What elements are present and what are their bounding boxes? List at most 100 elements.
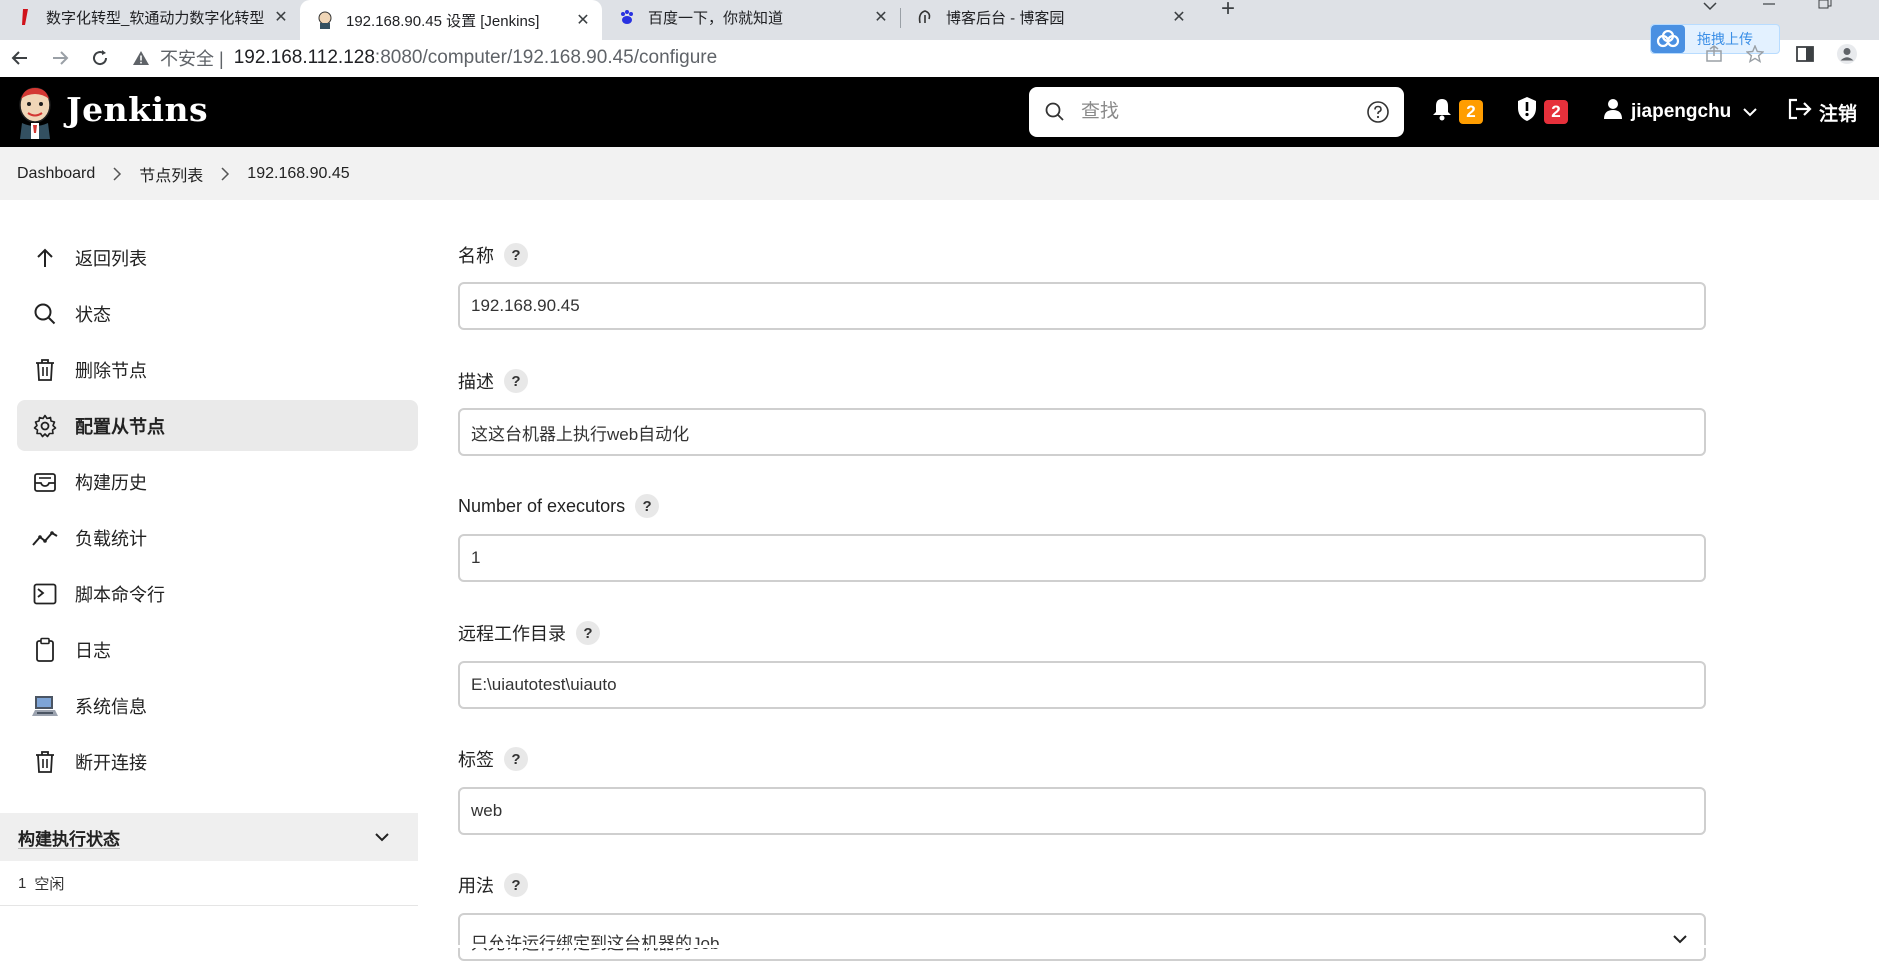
field-label-name: 名称 ? — [458, 242, 528, 268]
back-arrow-icon[interactable] — [8, 46, 32, 70]
sidebar-item-back-to-list[interactable]: 返回列表 — [17, 232, 418, 283]
sidebar-item-label: 状态 — [75, 304, 111, 325]
bell-icon — [1431, 97, 1453, 127]
sidebar-item-log[interactable]: 日志 — [17, 624, 418, 675]
sidebar-item-label: 删除节点 — [75, 360, 147, 381]
search-icon — [1043, 100, 1067, 124]
reload-icon[interactable] — [88, 46, 112, 70]
browser-tab[interactable]: 博客后台 - 博客园 ✕ — [900, 0, 1198, 34]
browser-tab[interactable]: 百度一下，你就知道 ✕ — [602, 0, 900, 34]
site-favicon-icon — [16, 8, 34, 26]
sidebar-item-build-history[interactable]: 构建历史 — [17, 456, 418, 507]
sidebar-item-label: 脚本命令行 — [75, 584, 165, 605]
help-icon[interactable]: ? — [504, 243, 528, 267]
usage-select[interactable]: 只允许运行绑定到这台机器的Job — [458, 913, 1706, 961]
help-icon[interactable]: ? — [504, 369, 528, 393]
description-input[interactable] — [458, 408, 1706, 456]
logout-button[interactable]: 注销 — [1787, 77, 1857, 147]
sidebar-item-label: 配置从节点 — [75, 416, 165, 437]
logout-label: 注销 — [1819, 103, 1858, 125]
field-label-labels: 标签 ? — [458, 746, 528, 772]
new-tab-plus-icon[interactable]: + — [1214, 0, 1242, 21]
field-label-usage: 用法 ? — [458, 872, 528, 898]
help-icon[interactable]: ? — [635, 494, 660, 518]
search-input[interactable] — [1081, 101, 1351, 123]
sidebar-item-system-info[interactable]: 系统信息 — [17, 680, 418, 731]
restore-icon[interactable] — [1818, 0, 1832, 12]
notifications-button[interactable]: 2 — [1431, 77, 1483, 147]
sidebar-item-status[interactable]: 状态 — [17, 288, 418, 339]
trash-icon — [31, 748, 59, 776]
close-icon[interactable]: ✕ — [1170, 7, 1188, 27]
breadcrumb-item-dashboard[interactable]: Dashboard — [17, 165, 95, 183]
search-icon — [31, 300, 59, 328]
executors-input[interactable] — [458, 534, 1706, 582]
field-label-executors: Number of executors ? — [458, 494, 660, 518]
sidebar-item-delete-node[interactable]: 删除节点 — [17, 344, 418, 395]
sidebar-item-label: 返回列表 — [75, 248, 147, 269]
help-icon[interactable]: ? — [576, 621, 600, 645]
tab-title: 数字化转型_软通动力数字化转型 — [46, 9, 265, 27]
search-box[interactable] — [1029, 87, 1404, 137]
user-menu-button[interactable]: jiapengchu — [1603, 77, 1758, 147]
bookmark-star-icon[interactable] — [1746, 42, 1764, 66]
close-icon[interactable]: ✕ — [872, 7, 890, 27]
executor-row: 1 空闲 — [0, 861, 418, 906]
notifications-badge: 2 — [1459, 100, 1483, 124]
help-icon[interactable]: ? — [504, 873, 528, 897]
clipboard-icon — [31, 636, 59, 664]
tab-title: 博客后台 - 博客园 — [946, 9, 1065, 27]
sidebar-item-label: 断开连接 — [75, 752, 147, 773]
chevron-down-icon — [1743, 101, 1758, 123]
trash-icon — [31, 356, 59, 384]
chevron-right-icon[interactable] — [95, 166, 139, 181]
search-help-icon[interactable] — [1366, 100, 1390, 124]
label-text: 名称 — [458, 246, 494, 266]
forward-arrow-icon[interactable] — [48, 46, 72, 70]
label-text: 描述 — [458, 372, 494, 392]
url-host: 192.168.112.128 — [233, 47, 375, 68]
arrow-up-icon — [31, 244, 59, 272]
url-path: :8080/computer/192.168.90.45/configure — [374, 47, 718, 68]
jenkins-favicon-icon — [316, 11, 334, 29]
breadcrumb-item-nodes[interactable]: 节点列表 — [139, 162, 203, 186]
browser-tab[interactable]: 数字化转型_软通动力数字化转型 ✕ — [0, 0, 300, 34]
tab-search-chevron-icon[interactable] — [1703, 0, 1717, 14]
sidebar-item-disconnect[interactable]: 断开连接 — [17, 736, 418, 787]
close-icon[interactable]: ✕ — [574, 10, 592, 30]
user-icon — [1603, 98, 1623, 126]
jenkins-title[interactable]: Jenkins — [66, 90, 208, 129]
executor-state: 空闲 — [34, 875, 65, 893]
profile-icon[interactable] — [1836, 42, 1858, 66]
help-icon[interactable]: ? — [504, 747, 528, 771]
sidebar: 返回列表 状态 删除节点 配置从节点 构建历史 负载统计 脚本命令行 日志 系统… — [0, 200, 418, 948]
label-text: 用法 — [458, 876, 494, 896]
label-text: 远程工作目录 — [458, 624, 566, 644]
chevron-right-icon[interactable] — [203, 166, 247, 181]
close-icon[interactable]: ✕ — [272, 7, 290, 27]
browser-tab-active[interactable]: 192.168.90.45 设置 [Jenkins] ✕ — [300, 0, 602, 40]
side-panel-icon[interactable] — [1796, 42, 1814, 66]
executor-status-header[interactable]: 构建执行状态 — [0, 813, 418, 861]
share-icon[interactable] — [1705, 42, 1723, 66]
name-input[interactable] — [458, 282, 1706, 330]
chevron-down-icon[interactable] — [372, 827, 392, 847]
cloud-icon — [1651, 25, 1685, 53]
security-button[interactable]: 2 — [1516, 77, 1568, 147]
breadcrumb-item-current[interactable]: 192.168.90.45 — [247, 165, 349, 183]
sidebar-item-script-console[interactable]: 脚本命令行 — [17, 568, 418, 619]
sidebar-item-load-statistics[interactable]: 负载统计 — [17, 512, 418, 563]
executor-status-title: 构建执行状态 — [18, 829, 120, 849]
tab-title: 百度一下，你就知道 — [648, 9, 784, 27]
jenkins-logo-icon[interactable] — [16, 85, 54, 139]
sidebar-item-configure-node[interactable]: 配置从节点 — [17, 400, 418, 451]
remote-dir-input[interactable] — [458, 661, 1706, 709]
url-field[interactable]: 不安全 | 192.168.112.128 :8080/computer/192… — [130, 46, 717, 70]
sidebar-item-label: 系统信息 — [75, 696, 147, 717]
jenkins-header: Jenkins 2 2 jiapengchu 注销 — [0, 77, 1879, 147]
labels-input[interactable] — [458, 787, 1706, 835]
insecure-label: 不安全 | — [160, 49, 224, 69]
minimize-icon[interactable] — [1762, 0, 1776, 12]
warning-triangle-icon[interactable] — [130, 47, 152, 69]
sidebar-item-label: 日志 — [75, 640, 111, 661]
